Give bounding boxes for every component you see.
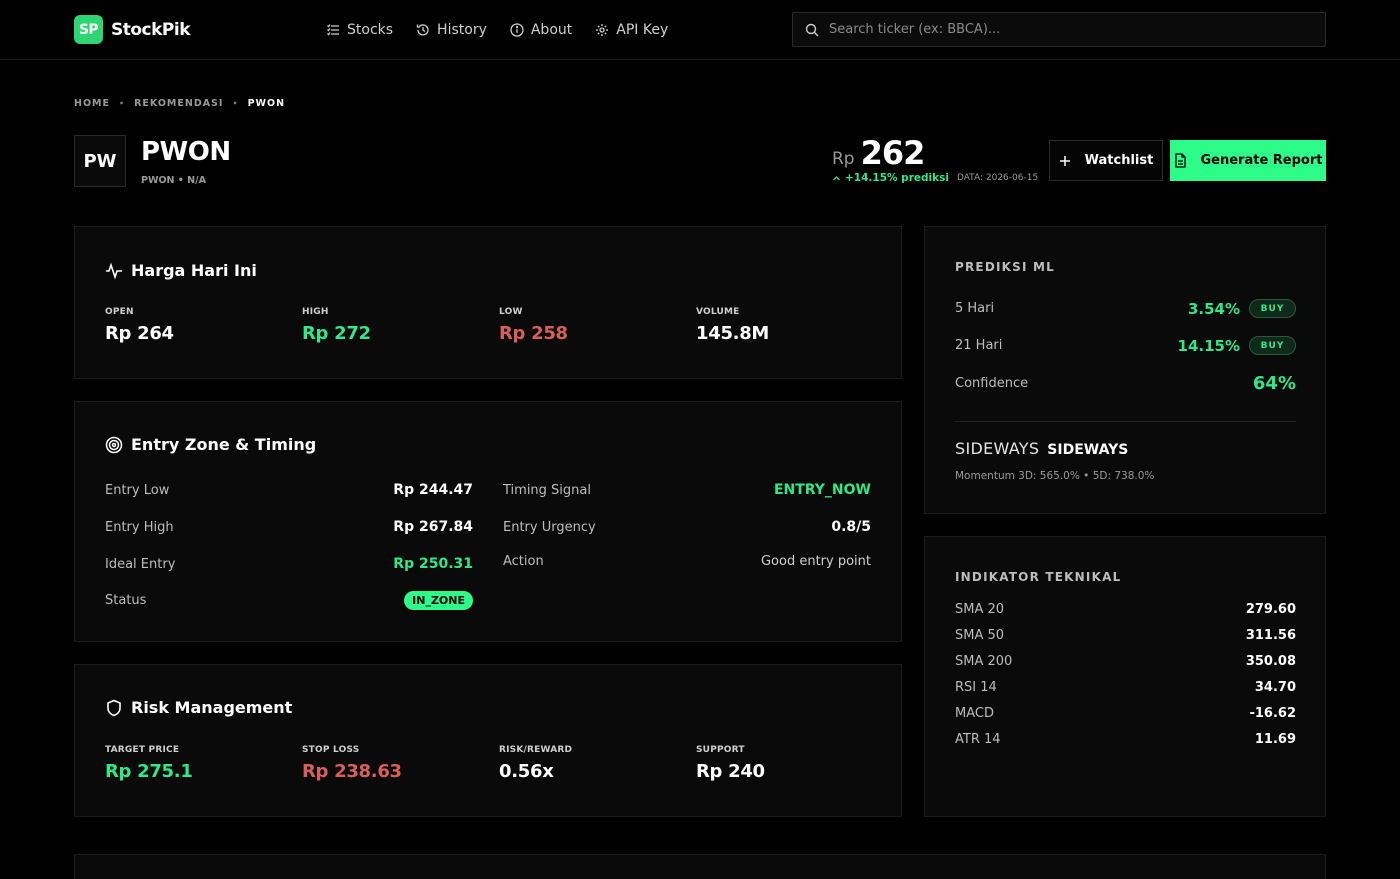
ideal-entry-row: Ideal Entry Rp 250.31 <box>105 556 473 572</box>
indicator-row: SMA 50 311.56 <box>955 628 1296 643</box>
stat-open: OPEN Rp 264 <box>105 307 174 344</box>
list-icon <box>327 24 339 36</box>
ticker-avatar: PW <box>74 135 126 187</box>
activity-icon <box>106 261 122 280</box>
search-box <box>792 12 1326 47</box>
generate-report-button[interactable]: Generate Report <box>1170 140 1326 181</box>
stat-support: SUPPORT Rp 240 <box>696 745 765 782</box>
status-badge: IN_ZONE <box>404 591 473 610</box>
stat-high: HIGH Rp 272 <box>302 307 371 344</box>
nav-item-history[interactable]: History <box>416 22 487 38</box>
chevron-up-icon <box>833 175 840 180</box>
risk-management-card: Risk Management TARGET PRICE Rp 275.1 ST… <box>74 664 902 817</box>
nav-item-stocks[interactable]: Stocks <box>326 22 393 38</box>
search-icon <box>805 23 819 36</box>
ml-prediction-title: PREDIKSI ML <box>955 260 1056 274</box>
price-currency: Rp <box>832 149 855 169</box>
target-icon <box>105 436 123 453</box>
price-block: Rp 262 +14.15% prediksi DATA: 2026-06-15 <box>832 134 1038 184</box>
watchlist-label: Watchlist <box>1084 153 1154 168</box>
entry-high-row: Entry High Rp 267.84 <box>105 519 473 535</box>
plus-icon <box>1059 155 1070 166</box>
nav-item-label: API Key <box>616 22 669 38</box>
buy-badge: BUY <box>1249 336 1296 355</box>
breadcrumb-current: PWON <box>247 98 286 109</box>
price-change: +14.15% prediksi <box>845 172 949 184</box>
data-date: DATA: 2026-06-15 <box>956 173 1039 183</box>
buy-badge: BUY <box>1249 299 1296 318</box>
today-price-title: Harga Hari Ini <box>105 261 257 280</box>
breadcrumb-separator: • <box>118 99 126 108</box>
gear-icon <box>596 24 609 36</box>
status-row: Status IN_ZONE <box>105 591 473 610</box>
trend-label: SIDEWAYS SIDEWAYS <box>955 439 1129 458</box>
next-section-card <box>74 854 1326 879</box>
action-row: Action Good entry point <box>503 554 871 569</box>
stat-risk-reward: RISK/REWARD 0.56x <box>499 745 573 782</box>
timing-signal-row: Timing Signal ENTRY_NOW <box>503 482 871 498</box>
entry-low-row: Entry Low Rp 244.47 <box>105 482 473 498</box>
indicator-row: MACD -16.62 <box>955 706 1296 721</box>
nav-item-about[interactable]: About <box>510 22 572 38</box>
history-icon <box>416 24 429 36</box>
logo-badge: SP <box>74 15 103 44</box>
indicator-row: RSI 14 34.70 <box>955 680 1296 695</box>
stat-low: LOW Rp 258 <box>499 307 568 344</box>
search-input[interactable] <box>829 22 1289 37</box>
risk-management-title: Risk Management <box>105 698 292 717</box>
breadcrumb-rekomendasi[interactable]: REKOMENDASI <box>134 98 223 109</box>
indicator-row: SMA 20 279.60 <box>955 602 1296 617</box>
stat-volume: VOLUME 145.8M <box>696 307 770 344</box>
nav-item-label: History <box>437 22 487 38</box>
brand-name: StockPik <box>111 19 191 40</box>
info-icon <box>510 23 524 37</box>
today-price-card: Harga Hari Ini OPEN Rp 264 HIGH Rp 272 L… <box>74 226 902 379</box>
momentum-text: Momentum 3D: 565.0% • 5D: 738.0% <box>955 470 1155 482</box>
document-icon <box>1174 153 1186 168</box>
generate-report-label: Generate Report <box>1200 153 1323 168</box>
entry-zone-card: Entry Zone & Timing Entry Low Rp 244.47 … <box>74 401 902 642</box>
indicator-row: SMA 200 350.08 <box>955 654 1296 669</box>
brand-logo[interactable]: SP StockPik <box>74 15 191 44</box>
breadcrumb-separator: • <box>232 99 239 108</box>
stat-target-price: TARGET PRICE Rp 275.1 <box>105 745 193 782</box>
breadcrumb: HOME • REKOMENDASI • PWON <box>74 98 285 109</box>
current-price: 262 <box>860 134 926 172</box>
nav-links: Stocks History About API Key <box>326 0 691 60</box>
nav-item-api-key[interactable]: API Key <box>595 22 668 38</box>
breadcrumb-home[interactable]: HOME <box>74 98 110 109</box>
technical-indicators-card: INDIKATOR TEKNIKAL SMA 20 279.60 SMA 50 31… <box>924 536 1326 817</box>
entry-urgency-row: Entry Urgency 0.8/5 <box>503 519 871 535</box>
stat-stop-loss: STOP LOSS Rp 238.63 <box>302 745 402 782</box>
navbar: SP StockPik Stocks History About API Key <box>0 0 1400 60</box>
page-title: PWON <box>141 137 231 167</box>
ml-row-5-hari: 5 Hari 3.54% BUY <box>955 299 1296 318</box>
technical-indicators-title: INDIKATOR TEKNIKAL <box>955 570 1122 584</box>
nav-item-label: About <box>530 22 573 38</box>
entry-zone-title: Entry Zone & Timing <box>105 435 316 454</box>
indicator-row: ATR 14 11.69 <box>955 732 1296 747</box>
confidence-row: Confidence 64% <box>955 373 1296 394</box>
ml-row-21-hari: 21 Hari 14.15% BUY <box>955 336 1296 355</box>
ticker-subtitle: PWON • N/A <box>141 175 206 186</box>
divider <box>955 421 1296 422</box>
shield-icon <box>107 699 121 716</box>
nav-item-label: Stocks <box>347 22 394 38</box>
watchlist-button[interactable]: Watchlist <box>1049 140 1163 181</box>
ml-prediction-card: PREDIKSI ML 5 Hari 3.54% BUY 21 Hari 14.… <box>924 226 1326 514</box>
